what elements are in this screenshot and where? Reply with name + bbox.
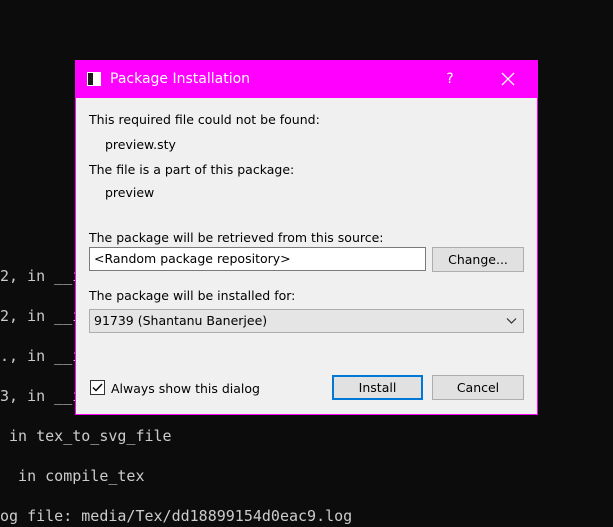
window-app-icon xyxy=(87,72,101,86)
terminal-line: 2, in __i xyxy=(0,307,82,325)
package-installation-dialog: Package Installation ? This required fil… xyxy=(75,60,538,415)
source-input[interactable]: <Random package repository> xyxy=(89,247,426,271)
install-for-select[interactable]: 91739 (Shantanu Banerjee) xyxy=(89,309,524,333)
dialog-titlebar[interactable]: Package Installation ? xyxy=(76,61,537,98)
package-name-value: preview xyxy=(105,185,155,200)
install-button[interactable]: Install xyxy=(332,375,423,400)
terminal-line: 2, in __i xyxy=(0,267,82,285)
terminal-line: og file: media/Tex/dd18899154d0eac9.log xyxy=(0,507,353,525)
help-button[interactable]: ? xyxy=(438,67,462,91)
close-button[interactable] xyxy=(490,67,526,91)
chevron-down-icon xyxy=(506,318,517,324)
package-label: The file is a part of this package: xyxy=(89,162,295,177)
source-label: The package will be retrieved from this … xyxy=(89,230,384,245)
terminal-line: in tex_to_svg_file xyxy=(0,427,172,445)
terminal-line: ., in __i xyxy=(0,347,82,365)
terminal-line: 3, in __i xyxy=(0,387,82,405)
close-icon xyxy=(501,72,515,86)
always-show-checkbox[interactable] xyxy=(90,380,105,395)
install-for-value: 91739 (Shantanu Banerjee) xyxy=(94,313,268,328)
cancel-button[interactable]: Cancel xyxy=(432,375,524,400)
not-found-label: This required file could not be found: xyxy=(89,112,320,127)
always-show-label[interactable]: Always show this dialog xyxy=(111,381,260,396)
change-button[interactable]: Change... xyxy=(432,247,524,272)
install-for-label: The package will be installed for: xyxy=(89,288,296,303)
dialog-title: Package Installation xyxy=(110,71,251,87)
file-name-value: preview.sty xyxy=(105,137,176,152)
check-icon xyxy=(92,383,103,392)
terminal-line: in compile_tex xyxy=(0,467,145,485)
